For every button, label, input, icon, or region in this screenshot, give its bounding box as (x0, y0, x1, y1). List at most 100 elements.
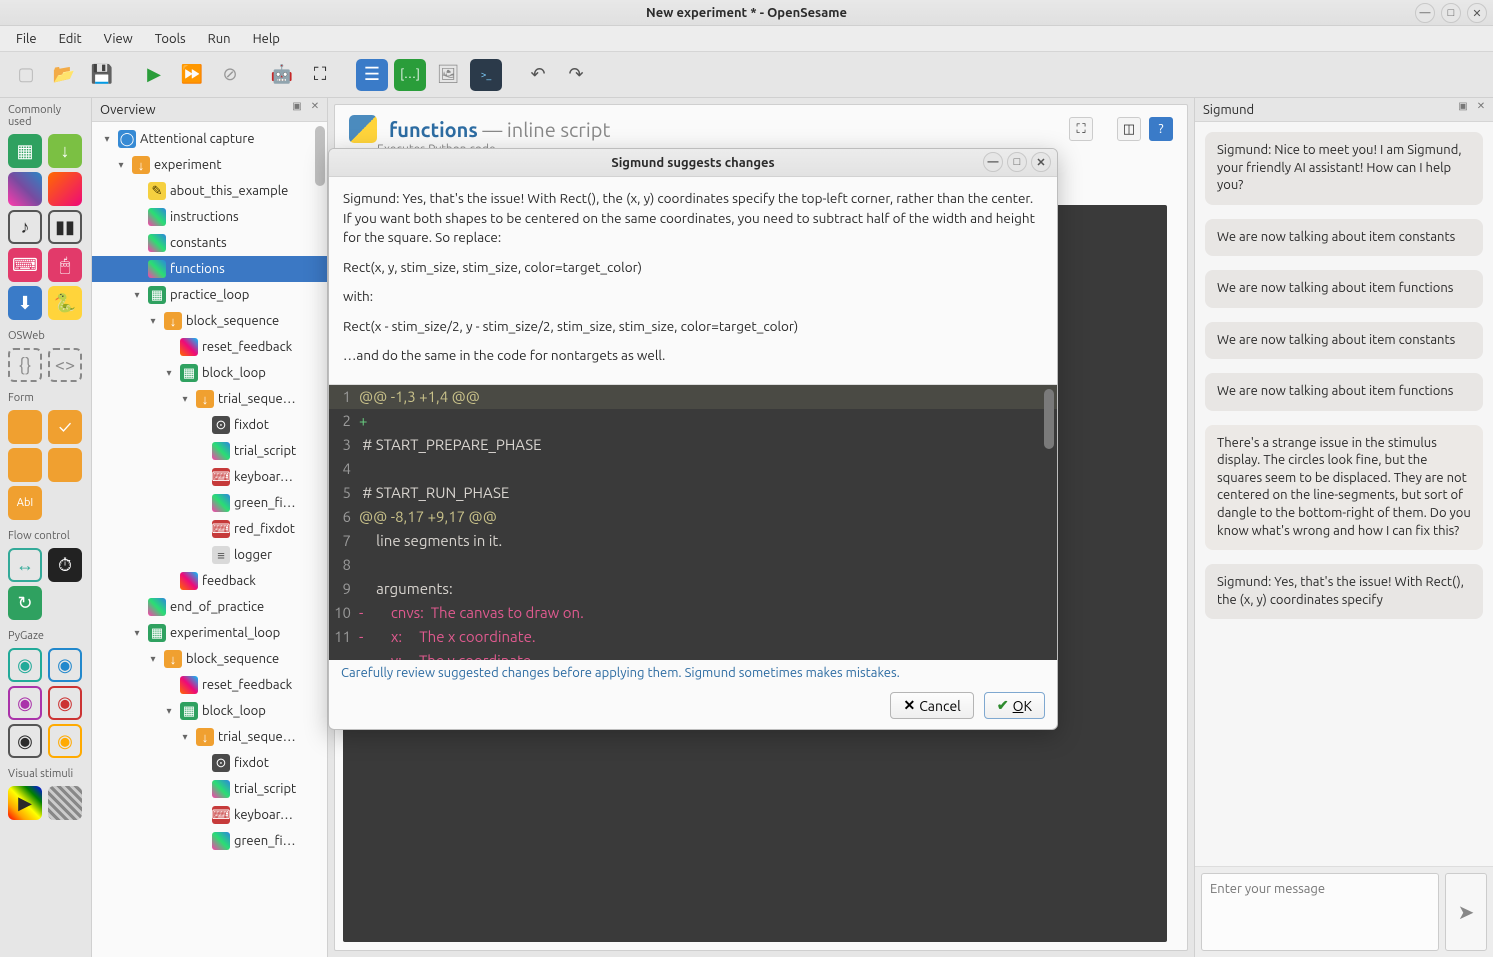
overview-restore-icon[interactable]: ▣ (289, 100, 305, 116)
palette-vis1-icon[interactable]: ▶ (8, 786, 42, 820)
tree-item-block-sequence[interactable]: ▾↓block_sequence (92, 646, 327, 672)
dialog-close-button[interactable]: ✕ (1031, 152, 1051, 172)
overview-close-icon[interactable]: ✕ (307, 100, 323, 116)
expand-arrow-icon[interactable]: ▾ (114, 159, 128, 171)
help-button[interactable]: ? (1149, 117, 1173, 141)
split-button[interactable]: ◫ (1117, 117, 1141, 141)
overview-tree[interactable]: ▾◯Attentional capture▾↓experiment✎about_… (92, 122, 327, 957)
menu-file[interactable]: File (6, 29, 47, 49)
expand-arrow-icon[interactable]: ▾ (146, 315, 160, 327)
variables-button[interactable]: ☰ (356, 59, 388, 91)
palette-form2-icon[interactable]: ✓ (48, 410, 82, 444)
save-button[interactable]: 💾 (86, 59, 118, 91)
tree-item-keyboar-[interactable]: ⌨keyboar… (92, 464, 327, 490)
expand-arrow-icon[interactable]: ▾ (130, 627, 144, 639)
menu-view[interactable]: View (94, 29, 143, 49)
tree-item-trial-seque-[interactable]: ▾↓trial_seque… (92, 386, 327, 412)
chat-input[interactable] (1201, 873, 1439, 951)
tree-item-keyboar-[interactable]: ⌨keyboar… (92, 802, 327, 828)
diff-view[interactable]: 1@@ -1,3 +1,4 @@2+3 # START_PREPARE_PHAS… (329, 385, 1057, 660)
tree-item-trial-seque-[interactable]: ▾↓trial_seque… (92, 724, 327, 750)
menu-run[interactable]: Run (198, 29, 241, 49)
maximize-button[interactable]: □ (1441, 3, 1461, 23)
palette-sketchpad-icon[interactable] (8, 172, 42, 206)
tree-item-fixdot[interactable]: ⊙fixdot (92, 412, 327, 438)
palette-gaze1-icon[interactable]: ◉ (8, 648, 42, 682)
run-fast-button[interactable]: ⏩ (176, 59, 208, 91)
tree-item-trial-script[interactable]: trial_script (92, 776, 327, 802)
tree-item-practice-loop[interactable]: ▾▦practice_loop (92, 282, 327, 308)
tree-item-instructions[interactable]: instructions (92, 204, 327, 230)
run-button[interactable]: ▶ (138, 59, 170, 91)
palette-js-icon[interactable]: {} (8, 348, 42, 382)
send-button[interactable]: ➤ (1445, 873, 1487, 951)
tree-item-experiment[interactable]: ▾↓experiment (92, 152, 327, 178)
palette-gaze6-icon[interactable]: ◉ (48, 724, 82, 758)
tree-item-reset-feedback[interactable]: reset_feedback (92, 334, 327, 360)
minimize-button[interactable]: — (1415, 3, 1435, 23)
expand-arrow-icon[interactable]: ▾ (162, 367, 176, 379)
palette-html-icon[interactable]: <> (48, 348, 82, 382)
tree-item-experimental-loop[interactable]: ▾▦experimental_loop (92, 620, 327, 646)
maximize-editor-button[interactable]: ⛶ (1069, 117, 1093, 141)
tree-item-about-this-example[interactable]: ✎about_this_example (92, 178, 327, 204)
palette-inline-icon[interactable]: 🐍 (48, 286, 82, 320)
new-button[interactable]: ▢ (10, 59, 42, 91)
palette-gaze2-icon[interactable]: ◉ (48, 648, 82, 682)
tree-item-attentional-capture[interactable]: ▾◯Attentional capture (92, 126, 327, 152)
expand-arrow-icon[interactable]: ▾ (130, 289, 144, 301)
dialog-maximize-button[interactable]: □ (1007, 152, 1027, 172)
palette-vis2-icon[interactable] (48, 786, 82, 820)
palette-mouse-icon[interactable]: 🖱 (48, 248, 82, 282)
undo-button[interactable]: ↶ (522, 59, 554, 91)
expand-arrow-icon[interactable]: ▾ (178, 731, 192, 743)
sigmund-close-icon[interactable]: ✕ (1473, 100, 1489, 116)
cancel-button[interactable]: ✕Cancel (890, 692, 973, 719)
palette-logger-icon[interactable]: ⬇ (8, 286, 42, 320)
tree-item-feedback[interactable]: feedback (92, 568, 327, 594)
tree-item-block-loop[interactable]: ▾▦block_loop (92, 360, 327, 386)
ok-button[interactable]: ✔OK (984, 692, 1045, 719)
palette-form4-icon[interactable] (48, 448, 82, 482)
palette-flow1-icon[interactable]: ↔ (8, 548, 42, 582)
palette-form1-icon[interactable] (8, 410, 42, 444)
tree-item-end-of-practice[interactable]: end_of_practice (92, 594, 327, 620)
tree-item-red-fixdot[interactable]: ⌨red_fixdot (92, 516, 327, 542)
terminal-button[interactable]: >_ (470, 59, 502, 91)
tree-scrollbar[interactable] (313, 126, 325, 953)
expand-arrow-icon[interactable]: ▾ (146, 653, 160, 665)
tree-item-green-fi-[interactable]: green_fi… (92, 828, 327, 854)
palette-form5-icon[interactable]: AbI (8, 486, 42, 520)
tree-item-reset-feedback[interactable]: reset_feedback (92, 672, 327, 698)
menu-edit[interactable]: Edit (49, 29, 92, 49)
close-button[interactable]: ✕ (1467, 3, 1487, 23)
fullscreen-button[interactable]: ⛶ (304, 59, 336, 91)
dialog-titlebar[interactable]: Sigmund suggests changes — □ ✕ (329, 149, 1057, 177)
sigmund-restore-icon[interactable]: ▣ (1455, 100, 1471, 116)
expand-arrow-icon[interactable]: ▾ (100, 133, 114, 145)
palette-sampler-icon[interactable]: ♪ (8, 210, 42, 244)
tree-item-green-fi-[interactable]: green_fi… (92, 490, 327, 516)
console-button[interactable]: […] (394, 59, 426, 91)
diff-scrollbar[interactable] (1044, 389, 1054, 449)
palette-flow3-icon[interactable]: ↻ (8, 586, 42, 620)
palette-gaze5-icon[interactable]: ◉ (8, 724, 42, 758)
tree-item-functions[interactable]: functions (92, 256, 327, 282)
open-button[interactable]: 📂 (48, 59, 80, 91)
tree-item-fixdot[interactable]: ⊙fixdot (92, 750, 327, 776)
palette-feedback-icon[interactable] (48, 172, 82, 206)
expand-arrow-icon[interactable]: ▾ (162, 705, 176, 717)
dialog-minimize-button[interactable]: — (983, 152, 1003, 172)
palette-synth-icon[interactable]: ▮▮ (48, 210, 82, 244)
tree-item-logger[interactable]: ≡logger (92, 542, 327, 568)
palette-sequence-icon[interactable]: ↓ (48, 134, 82, 168)
redo-button[interactable]: ↷ (560, 59, 592, 91)
screenshot-button[interactable]: 🖼 (432, 59, 464, 91)
palette-gaze3-icon[interactable]: ◉ (8, 686, 42, 720)
palette-keyboard-icon[interactable]: ⌨ (8, 248, 42, 282)
palette-gaze4-icon[interactable]: ◉ (48, 686, 82, 720)
palette-loop-icon[interactable]: ▦ (8, 134, 42, 168)
tree-item-constants[interactable]: constants (92, 230, 327, 256)
stop-button[interactable]: ⊘ (214, 59, 246, 91)
menu-help[interactable]: Help (243, 29, 290, 49)
